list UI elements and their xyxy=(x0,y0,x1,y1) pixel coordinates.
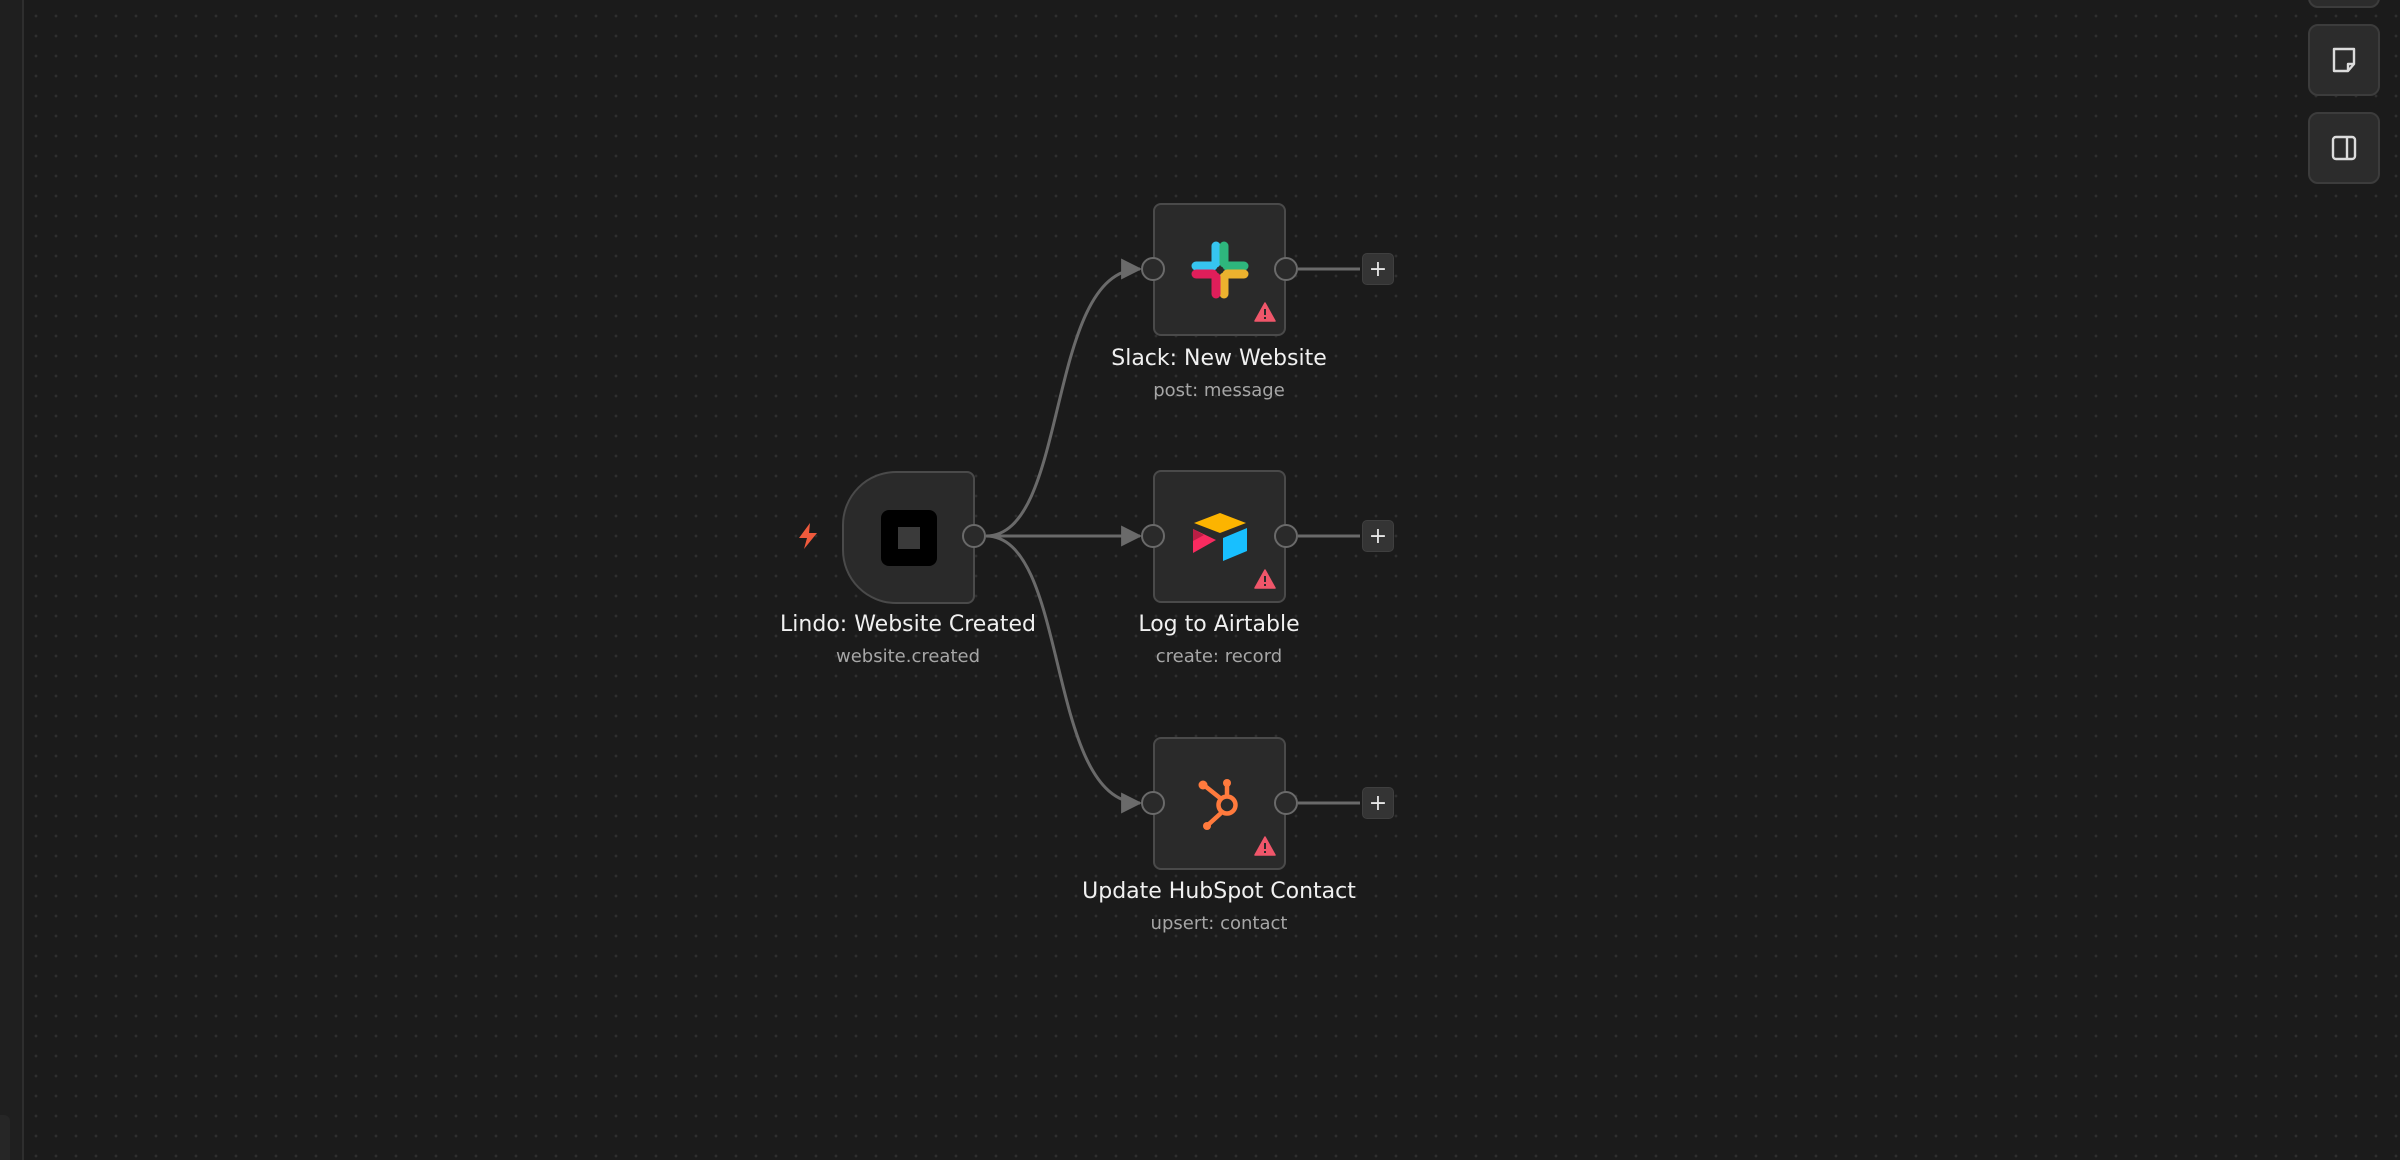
hubspot-node[interactable] xyxy=(1153,737,1286,870)
hubspot-node-subtitle: upsert: contact xyxy=(1150,913,1288,934)
airtable-node-title: Log to Airtable xyxy=(1138,612,1300,637)
slack-node-subtitle: post: message xyxy=(1153,380,1285,401)
airtable-output-port[interactable] xyxy=(1274,524,1298,548)
hubspot-node-title: Update HubSpot Contact xyxy=(1082,879,1356,904)
hubspot-add-step-button[interactable]: + xyxy=(1362,787,1394,819)
trigger-title: Lindo: Website Created xyxy=(780,612,1036,637)
slack-icon xyxy=(1191,241,1249,299)
warning-icon xyxy=(1254,836,1276,856)
slack-input-port[interactable] xyxy=(1141,257,1165,281)
side-panel-button[interactable] xyxy=(2308,112,2380,184)
edge-trigger-to-slack[interactable] xyxy=(985,258,1143,538)
trigger-output-port[interactable] xyxy=(962,524,986,548)
airtable-node[interactable] xyxy=(1153,470,1286,603)
airtable-add-step-button[interactable]: + xyxy=(1362,520,1394,552)
hubspot-input-port[interactable] xyxy=(1141,791,1165,815)
trigger-subtitle: website.created xyxy=(835,646,981,667)
lightning-bolt-icon xyxy=(799,523,817,549)
airtable-icon xyxy=(1190,511,1250,563)
hubspot-icon xyxy=(1192,776,1248,832)
stop-square-icon xyxy=(880,509,937,566)
airtable-node-subtitle: create: record xyxy=(1155,646,1283,667)
edge-trigger-to-hubspot[interactable] xyxy=(985,534,1143,814)
sticky-note-button[interactable] xyxy=(2308,24,2380,96)
toolbar-button-partial[interactable] xyxy=(2308,0,2380,8)
trigger-node[interactable] xyxy=(842,471,975,604)
slack-node[interactable] xyxy=(1153,203,1286,336)
slack-output-port[interactable] xyxy=(1274,257,1298,281)
side-panel-icon xyxy=(2331,135,2357,161)
sticky-note-icon xyxy=(2332,47,2356,73)
slack-add-step-button[interactable]: + xyxy=(1362,253,1394,285)
airtable-input-port[interactable] xyxy=(1141,524,1165,548)
warning-icon xyxy=(1254,302,1276,322)
warning-icon xyxy=(1254,569,1276,589)
slack-node-title: Slack: New Website xyxy=(1111,346,1327,371)
hubspot-output-port[interactable] xyxy=(1274,791,1298,815)
